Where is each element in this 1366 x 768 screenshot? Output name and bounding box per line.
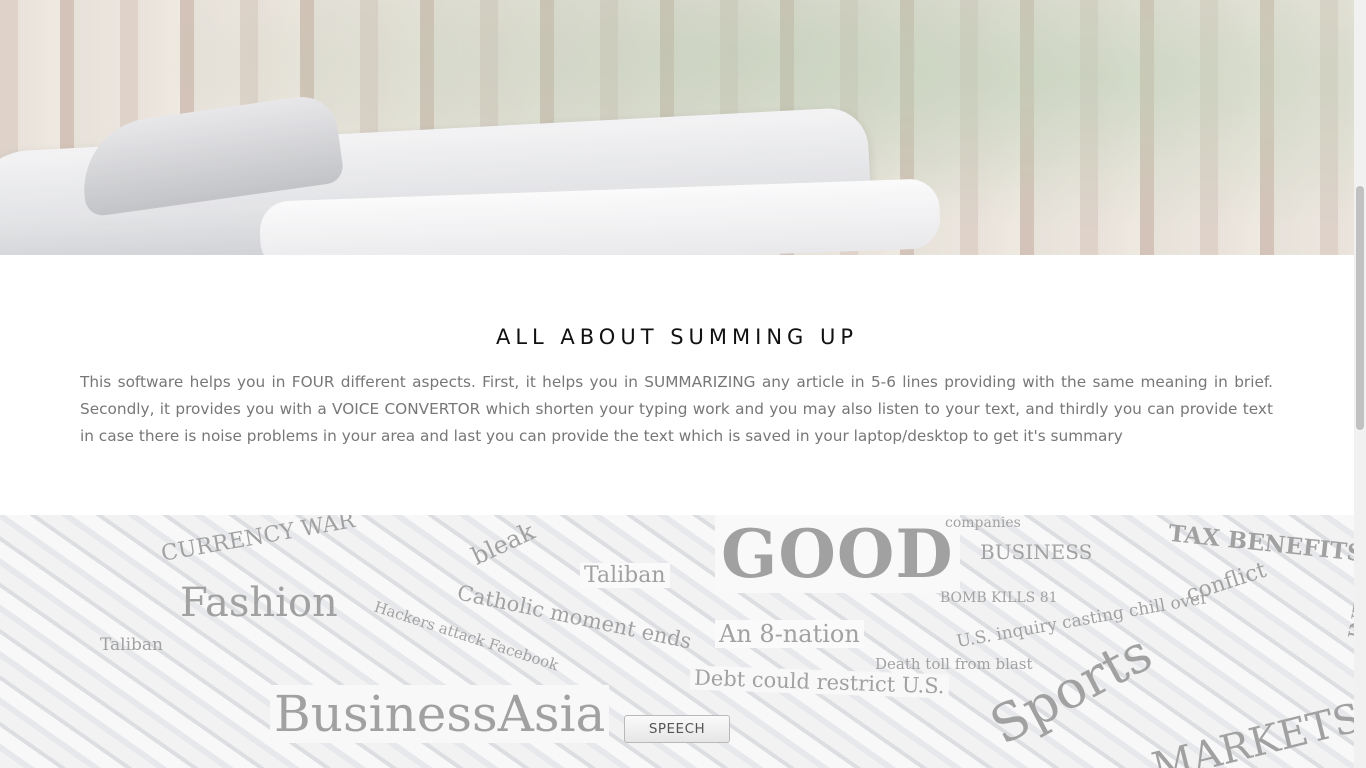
vertical-scrollbar[interactable] xyxy=(1354,0,1366,768)
hero-newspaper-image xyxy=(0,0,1354,255)
section-description: This software helps you in FOUR differen… xyxy=(80,373,1273,445)
scrollbar-thumb[interactable] xyxy=(1356,186,1364,430)
about-section: ALL ABOUT SUMMING UP This software helps… xyxy=(0,255,1354,515)
speech-button[interactable]: SPEECH xyxy=(624,715,730,743)
section-title: ALL ABOUT SUMMING UP xyxy=(495,325,859,349)
